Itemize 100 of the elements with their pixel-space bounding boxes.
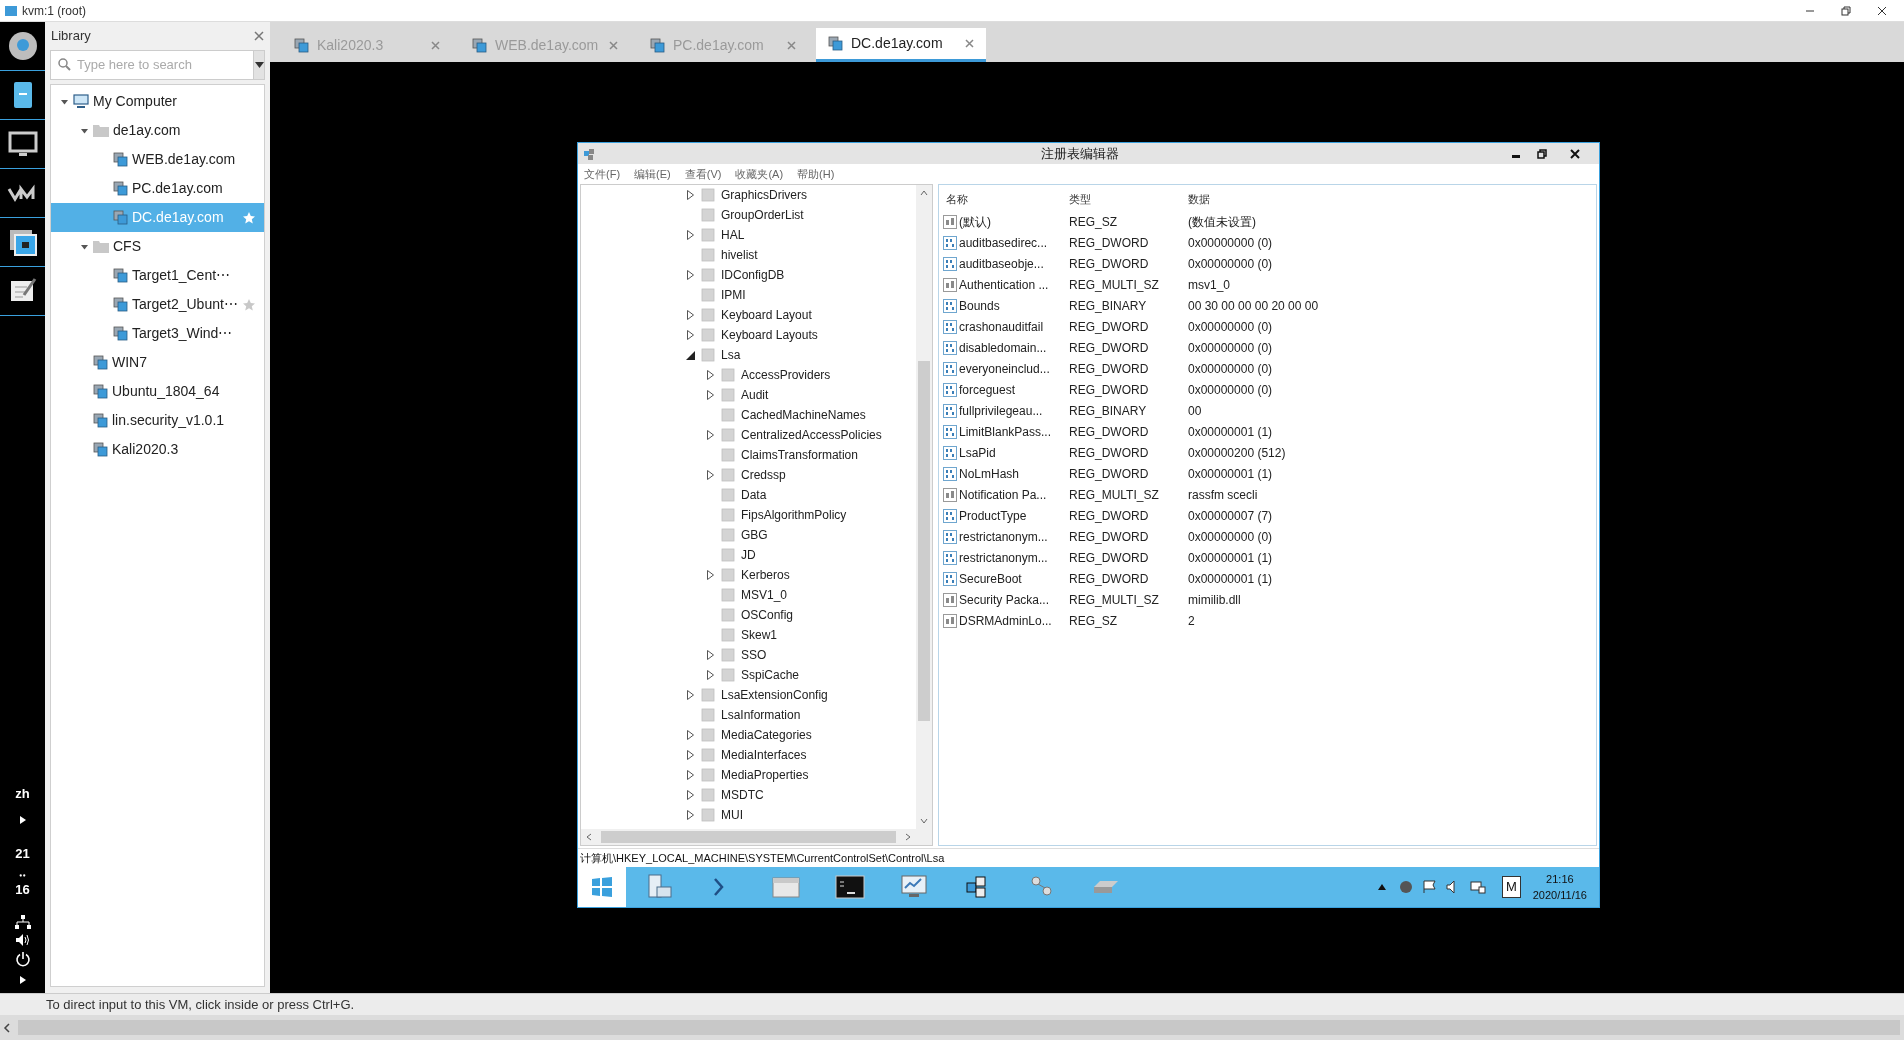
tree-item[interactable]: Keyboard Layout (721, 306, 812, 324)
expand-arrow-icon[interactable] (687, 190, 694, 200)
library-item[interactable]: PC.de1ay.com (51, 174, 264, 203)
tree-item[interactable]: GraphicsDrivers (721, 186, 807, 204)
tree-item[interactable]: CachedMachineNames (741, 406, 866, 424)
library-item[interactable]: Target1_Cent⋯ (51, 261, 264, 290)
network-icon[interactable] (14, 915, 31, 929)
expand-arrow-icon[interactable] (687, 310, 694, 320)
library-item[interactable]: Target2_Ubunt⋯ (51, 290, 264, 319)
close-icon[interactable] (1876, 4, 1888, 17)
library-item[interactable]: Target3_Wind⋯ (51, 319, 264, 348)
expand-arrow-icon[interactable] (707, 470, 714, 480)
value-name[interactable]: disabledomain... (959, 338, 1047, 357)
value-name[interactable]: (默认) (959, 212, 991, 231)
volume-icon[interactable] (14, 933, 31, 947)
collapse-arrow-icon[interactable] (59, 97, 69, 106)
expand-arrow-icon[interactable] (707, 570, 714, 580)
tree-item[interactable]: AccessProviders (741, 366, 831, 384)
expand-arrow-icon[interactable] (687, 690, 694, 700)
logo-icon[interactable] (6, 30, 39, 62)
tree-item[interactable]: SSO (741, 646, 767, 664)
tree-item[interactable]: Lsa (721, 346, 741, 364)
value-name[interactable]: auditbaseobje... (959, 254, 1044, 273)
expand-arrow-icon[interactable] (707, 430, 714, 440)
expand-arrow-icon[interactable] (687, 730, 694, 740)
input-method-indicator[interactable]: M (1501, 876, 1521, 898)
menu-item[interactable]: 收藏夹(A) (735, 165, 784, 183)
tree-item[interactable]: ClaimsTransformation (741, 446, 858, 464)
tree-item[interactable]: Audit (741, 386, 769, 404)
menu-item[interactable]: 查看(V) (684, 165, 722, 183)
value-name[interactable]: crashonauditfail (959, 317, 1044, 336)
value-name[interactable]: Bounds (959, 296, 1000, 315)
star-icon[interactable] (242, 297, 256, 312)
value-name[interactable]: LimitBlankPass... (959, 422, 1052, 441)
start-icon[interactable] (590, 876, 614, 898)
expand-arrow-icon[interactable] (18, 975, 27, 985)
column-header[interactable]: 数据 (1186, 190, 1596, 208)
expand-arrow-icon[interactable] (687, 810, 694, 820)
tree-item[interactable]: GBG (741, 526, 768, 544)
expand-arrow-icon[interactable] (687, 790, 694, 800)
column-header[interactable]: 类型 (1067, 190, 1186, 208)
tree-item[interactable]: MSV1_0 (741, 586, 788, 604)
library-item[interactable]: WIN7 (51, 348, 264, 377)
menu-item[interactable]: 文件(F) (584, 165, 621, 183)
value-name[interactable]: Authentication ... (959, 275, 1049, 294)
expand-arrow-icon[interactable] (18, 815, 27, 825)
tree-item[interactable]: MediaInterfaces (721, 746, 807, 764)
value-name[interactable]: fullprivilegeau... (959, 401, 1043, 420)
tree-item[interactable]: MediaCategories (721, 726, 812, 744)
tree-item[interactable]: MSDTC (721, 786, 764, 804)
expand-arrow-icon[interactable] (707, 390, 714, 400)
expand-arrow-icon[interactable] (687, 330, 694, 340)
star-icon[interactable] (242, 210, 256, 225)
vm-screen[interactable] (270, 62, 1904, 993)
language-indicator[interactable]: zh (15, 783, 30, 803)
tree-item[interactable]: LsaInformation (721, 706, 801, 724)
expand-arrow-icon[interactable] (687, 230, 694, 240)
library-item[interactable]: Ubuntu_1804_64 (51, 377, 264, 406)
horizontal-scrollbar[interactable] (581, 829, 932, 845)
scrollbar-thumb[interactable] (918, 361, 930, 721)
vm-tab[interactable]: DC.de1ay.com (816, 28, 986, 62)
tree-item[interactable]: GroupOrderList (721, 206, 804, 224)
tree-item[interactable]: CentralizedAccessPolicies (741, 426, 882, 444)
value-name[interactable]: LsaPid (959, 443, 996, 462)
tree-item[interactable]: JD (741, 546, 756, 564)
value-name[interactable]: auditbasedirec... (959, 233, 1048, 252)
tree-item[interactable]: FipsAlgorithmPolicy (741, 506, 847, 524)
value-name[interactable]: forceguest (959, 380, 1016, 399)
value-name[interactable]: DSRMAdminLo... (959, 611, 1052, 630)
value-name[interactable]: restrictanonym... (959, 527, 1048, 546)
tree-item[interactable]: LsaExtensionConfig (721, 686, 828, 704)
library-item[interactable]: My Computer (51, 87, 264, 116)
horizontal-scrollbar[interactable] (0, 1015, 1904, 1040)
tree-item[interactable]: OSConfig (741, 606, 794, 624)
search-field[interactable]: Type here to search (50, 50, 254, 80)
tree-item[interactable]: MUI (721, 806, 743, 824)
expand-arrow-icon[interactable] (687, 270, 694, 280)
library-item[interactable]: WEB.de1ay.com (51, 145, 264, 174)
menu-item[interactable]: 编辑(E) (634, 165, 671, 183)
expand-arrow-icon[interactable] (707, 670, 714, 680)
collapse-arrow-icon[interactable] (79, 242, 89, 251)
library-item[interactable]: CFS (51, 232, 264, 261)
tree-item[interactable]: hivelist (721, 246, 758, 264)
expand-arrow-icon[interactable] (707, 370, 714, 380)
tree-item[interactable]: Credssp (741, 466, 786, 484)
library-item[interactable]: lin.security_v1.0.1 (51, 406, 264, 435)
command-prompt-icon[interactable] (835, 873, 865, 901)
expand-arrow-icon[interactable] (687, 750, 694, 760)
value-name[interactable]: NoLmHash (959, 464, 1020, 483)
tree-item[interactable]: Skew1 (741, 626, 778, 644)
library-item[interactable]: Kali2020.3 (51, 435, 264, 464)
power-icon[interactable] (14, 951, 31, 967)
value-name[interactable]: SecureBoot (959, 569, 1022, 588)
value-name[interactable]: everyoneinclud... (959, 359, 1050, 378)
expand-arrow-icon[interactable] (687, 770, 694, 780)
library-item[interactable]: de1ay.com (51, 116, 264, 145)
flag-icon[interactable] (1421, 880, 1438, 894)
value-name[interactable]: Security Packa... (959, 590, 1050, 609)
collapse-arrow-icon[interactable] (79, 126, 89, 135)
menu-item[interactable]: 帮助(H) (797, 165, 835, 183)
